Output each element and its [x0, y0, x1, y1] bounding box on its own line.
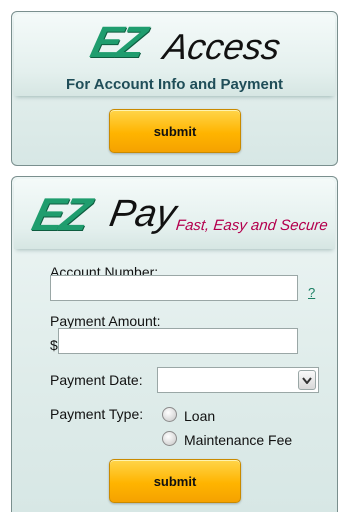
ezaccess-panel: EZ Access For Account Info and Payment s… [11, 11, 338, 166]
chevron-down-icon[interactable] [298, 370, 316, 390]
payment-amount-input[interactable] [58, 328, 298, 354]
ezaccess-logo-word: Access [160, 26, 284, 67]
currency-symbol: $ [50, 337, 58, 353]
payment-date-select[interactable] [157, 367, 319, 393]
ezaccess-tagline: For Account Info and Payment [66, 76, 283, 93]
ezaccess-logo-ez: EZ [86, 18, 149, 67]
ezpay-submit-button[interactable]: submit [109, 459, 241, 503]
ezpay-logo-word: Pay [106, 193, 180, 235]
ezpay-tagline: Fast, Easy and Secure [175, 217, 329, 234]
payment-date-label: Payment Date: [50, 372, 143, 388]
payment-type-loan-label: Loan [184, 408, 216, 424]
payment-type-maintenance-radio[interactable] [162, 431, 177, 446]
ezpay-panel: EZ Pay Fast, Easy and Secure Account Num… [11, 176, 338, 512]
payment-amount-label: Payment Amount: [50, 313, 161, 329]
payment-type-label: Payment Type: [50, 406, 144, 422]
account-number-input[interactable] [50, 275, 298, 301]
ezpay-header: EZ Pay Fast, Easy and Secure [14, 179, 335, 249]
payment-type-loan-radio[interactable] [162, 407, 177, 422]
ezaccess-submit-button[interactable]: submit [109, 109, 241, 153]
payment-type-maintenance-label: Maintenance Fee [184, 432, 293, 448]
account-number-help-link[interactable]: ? [308, 285, 315, 300]
ezaccess-header: EZ Access For Account Info and Payment [14, 14, 335, 96]
ezpay-logo-ez: EZ [27, 188, 94, 240]
